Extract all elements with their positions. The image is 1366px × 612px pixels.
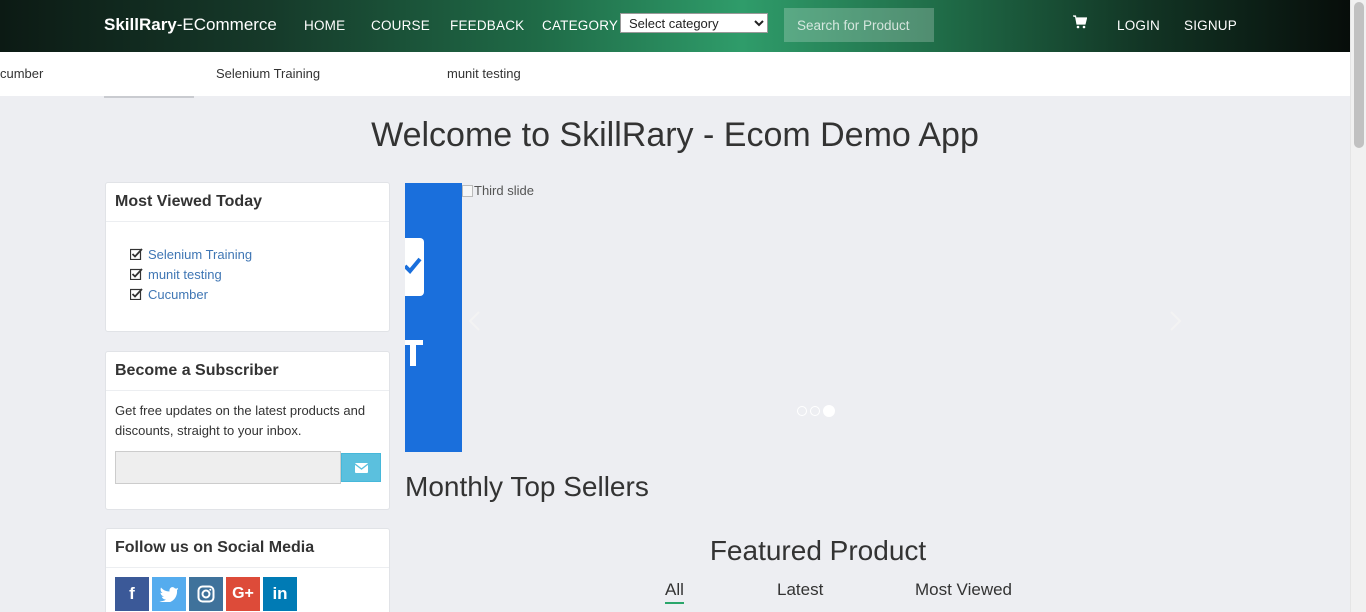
shopping-cart-icon[interactable] bbox=[1073, 15, 1087, 29]
ticker-item[interactable]: cumber bbox=[0, 66, 43, 81]
button-edge bbox=[104, 96, 194, 98]
most-viewed-list: Selenium Training munit testing Cucumber bbox=[106, 222, 389, 304]
checkbox-icon bbox=[130, 268, 143, 280]
signup-link[interactable]: SIGNUP bbox=[1184, 18, 1237, 33]
tab-all[interactable]: All bbox=[665, 580, 684, 604]
most-viewed-link[interactable]: Cucumber bbox=[148, 287, 208, 302]
list-item[interactable]: Selenium Training bbox=[130, 244, 389, 264]
checkbox-icon bbox=[130, 288, 143, 300]
slide-image-fragment bbox=[405, 183, 462, 452]
facebook-icon[interactable]: f bbox=[115, 577, 149, 611]
course-ticker: cumber Selenium Training munit testing bbox=[0, 52, 1350, 96]
category-select[interactable]: Select category bbox=[620, 13, 768, 33]
social-icons: f G+ in bbox=[115, 577, 297, 611]
subscriber-panel: Become a Subscriber Get free updates on … bbox=[105, 351, 390, 510]
list-item[interactable]: munit testing bbox=[130, 264, 389, 284]
carousel-prev-icon[interactable] bbox=[467, 310, 483, 332]
broken-image-icon bbox=[462, 184, 473, 197]
subscribe-email-input[interactable] bbox=[115, 451, 341, 484]
brand-logo[interactable]: SkillRary-ECommerce bbox=[104, 15, 277, 35]
top-sellers-heading: Monthly Top Sellers bbox=[405, 471, 649, 502]
carousel-indicators bbox=[797, 405, 835, 417]
most-viewed-link[interactable]: munit testing bbox=[148, 267, 222, 282]
linkedin-icon[interactable]: in bbox=[263, 577, 297, 611]
page-scrollbar[interactable] bbox=[1350, 0, 1366, 612]
most-viewed-link[interactable]: Selenium Training bbox=[148, 247, 252, 262]
nav-home[interactable]: HOME bbox=[304, 18, 345, 33]
featured-heading: Featured Product bbox=[709, 535, 927, 566]
list-item[interactable]: Cucumber bbox=[130, 284, 389, 304]
twitter-icon[interactable] bbox=[152, 577, 186, 611]
page-title: Welcome to SkillRary - Ecom Demo App bbox=[371, 116, 979, 154]
top-navbar: SkillRary-ECommerce HOME COURSE FEEDBACK… bbox=[0, 0, 1350, 52]
product-search-input[interactable] bbox=[784, 8, 934, 42]
tab-most-viewed[interactable]: Most Viewed bbox=[915, 580, 1012, 600]
instagram-icon[interactable] bbox=[189, 577, 223, 611]
carousel-indicator[interactable] bbox=[810, 406, 820, 416]
broken-slide-image: Third slide bbox=[462, 183, 534, 198]
carousel-next-icon[interactable] bbox=[1167, 310, 1183, 332]
scrollbar-thumb[interactable] bbox=[1354, 2, 1364, 148]
subscriber-text: Get free updates on the latest products … bbox=[115, 403, 366, 438]
login-link[interactable]: LOGIN bbox=[1117, 18, 1160, 33]
tab-latest[interactable]: Latest bbox=[777, 580, 823, 600]
most-viewed-panel: Most Viewed Today Selenium Training muni… bbox=[105, 182, 390, 332]
nav-feedback[interactable]: FEEDBACK bbox=[450, 18, 524, 33]
most-viewed-heading: Most Viewed Today bbox=[106, 183, 389, 222]
checkbox-icon bbox=[130, 248, 143, 260]
slide-letter-graphic bbox=[405, 340, 423, 366]
image-carousel: Third slide bbox=[405, 183, 1205, 452]
envelope-icon bbox=[354, 462, 368, 473]
check-icon bbox=[405, 257, 422, 274]
carousel-indicator-active[interactable] bbox=[823, 405, 835, 417]
subscribe-button[interactable] bbox=[341, 453, 381, 482]
ticker-item[interactable]: munit testing bbox=[447, 66, 521, 81]
carousel-indicator[interactable] bbox=[797, 406, 807, 416]
ticker-item[interactable]: Selenium Training bbox=[216, 66, 320, 81]
subscriber-heading: Become a Subscriber bbox=[106, 352, 389, 391]
nav-category[interactable]: CATEGORY bbox=[542, 18, 618, 33]
google-plus-icon[interactable]: G+ bbox=[226, 577, 260, 611]
nav-course[interactable]: COURSE bbox=[371, 18, 430, 33]
